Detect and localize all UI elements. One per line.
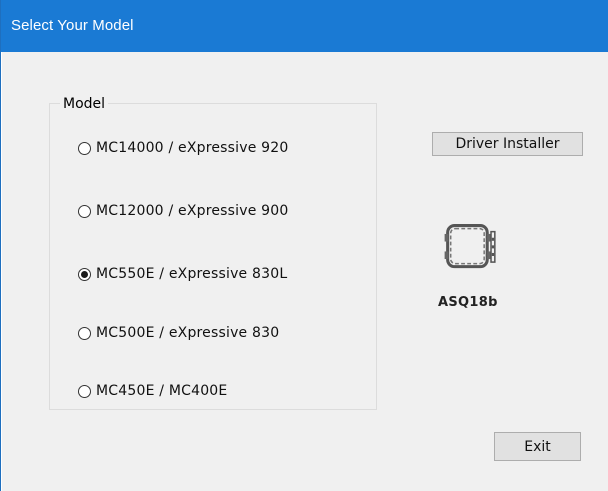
radio-label: MC500E / eXpressive 830 bbox=[96, 325, 280, 341]
radio-button-icon[interactable] bbox=[78, 267, 91, 281]
select-model-window: Select Your Model Model MC14000 / eXpres… bbox=[0, 0, 608, 491]
embroidery-hoop-icon bbox=[444, 224, 496, 269]
model-group-legend: Model bbox=[60, 95, 109, 113]
radio-label: MC450E / MC400E bbox=[96, 383, 228, 399]
device-model-label: ASQ18b bbox=[438, 295, 498, 310]
radio-label: MC12000 / eXpressive 900 bbox=[96, 203, 289, 219]
radio-label: MC550E / eXpressive 830L bbox=[96, 266, 288, 282]
radio-button-icon[interactable] bbox=[78, 204, 91, 218]
radio-button-icon[interactable] bbox=[78, 326, 91, 340]
radio-button-icon[interactable] bbox=[78, 384, 91, 398]
model-group-box: Model MC14000 / eXpressive 920 MC12000 /… bbox=[49, 95, 377, 410]
radio-option-mc14000[interactable]: MC14000 / eXpressive 920 bbox=[78, 137, 289, 159]
radio-option-mc12000[interactable]: MC12000 / eXpressive 900 bbox=[78, 200, 289, 222]
title-bar[interactable]: Select Your Model bbox=[1, 0, 608, 52]
radio-option-mc450e[interactable]: MC450E / MC400E bbox=[78, 380, 227, 402]
radio-option-mc500e[interactable]: MC500E / eXpressive 830 bbox=[78, 322, 279, 344]
window-title: Select Your Model bbox=[11, 17, 134, 34]
radio-button-icon[interactable] bbox=[78, 141, 91, 155]
exit-button[interactable]: Exit bbox=[494, 432, 581, 461]
radio-label: MC14000 / eXpressive 920 bbox=[96, 140, 289, 156]
client-area: Model MC14000 / eXpressive 920 MC12000 /… bbox=[2, 52, 608, 491]
radio-option-mc550e[interactable]: MC550E / eXpressive 830L bbox=[78, 263, 287, 285]
driver-installer-button[interactable]: Driver Installer bbox=[432, 132, 583, 156]
